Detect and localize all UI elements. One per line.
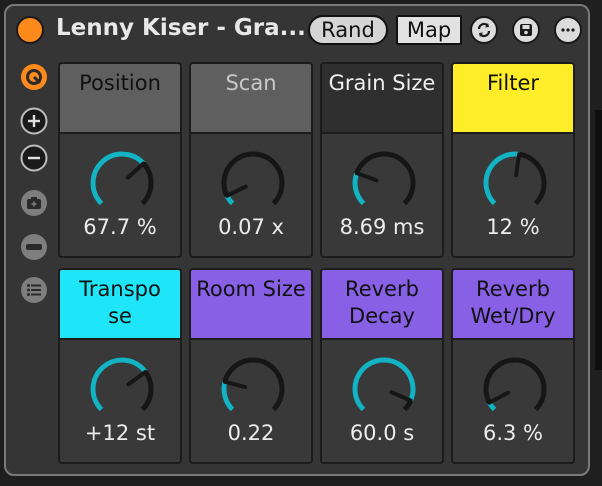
more-options-button[interactable] [554,16,582,44]
list-icon [21,277,47,303]
map-button[interactable]: Map [396,15,462,45]
rand-button[interactable]: Rand [308,15,388,45]
knob-value-arc [352,172,366,206]
knob-value-arc [90,357,148,412]
title-bar: Lenny Kiser - Gra... Rand Map [6,6,588,52]
macro-cell[interactable]: Position 67.7 % [58,62,182,258]
device-power-button[interactable] [16,16,44,44]
macro-cell[interactable]: Grain Size 8.69 ms [320,62,444,258]
macro-header[interactable]: Room Size [191,270,311,340]
knob-value-arc [90,151,146,206]
variations-list-button[interactable] [20,276,48,304]
macro-name: Scan [225,71,277,95]
panel-edge [595,110,602,370]
knob-track [483,357,547,412]
macro-header[interactable]: Transpo se [60,270,180,340]
macro-value: 12 % [486,215,540,239]
macro-name: Reverb Wet/Dry [470,277,556,328]
knob-needle [125,161,146,180]
macro-value: 0.07 x [218,215,284,239]
macro-header[interactable]: Scan [191,64,311,134]
knob-needle [389,390,413,403]
device-icon [21,64,47,90]
save-preset-button[interactable] [512,16,540,44]
macro-value: 67.7 % [83,215,157,239]
macro-name: Filter [486,71,539,95]
snapshot-button[interactable] [20,189,48,217]
hot-swap-button[interactable] [470,16,498,44]
camera-icon [21,190,47,216]
knob-value-arc [483,151,520,206]
knob-track [221,151,285,206]
macro-knob[interactable] [87,148,157,218]
macro-cell[interactable]: Transpo se +12 st [58,268,182,464]
knob-value-arc [221,381,235,412]
macro-cell[interactable]: Reverb Decay 60.0 s [320,268,444,464]
rack-view-button[interactable] [20,63,48,91]
remove-macro-button[interactable] [20,144,48,172]
macro-name: Transpo se [79,277,161,328]
macro-name: Grain Size [328,71,436,95]
macro-cell[interactable]: Reverb Wet/Dry 6.3 % [451,268,575,464]
knob-needle [222,379,248,390]
save-icon [520,24,532,36]
knob-value-arc [352,357,416,412]
macro-value: +12 st [84,421,156,445]
swap-icon [477,22,491,38]
add-macro-button[interactable] [20,107,48,135]
knob-needle [487,390,510,405]
macro-knob[interactable] [480,148,550,218]
macro-cell[interactable]: Room Size 0.22 [189,268,313,464]
macro-knob[interactable] [480,354,550,424]
macro-header[interactable]: Filter [453,64,573,134]
device-title[interactable]: Lenny Kiser - Gra... [56,15,306,41]
randomize-toggle-button[interactable] [20,233,48,261]
device-rack: Lenny Kiser - Gra... Rand Map Position 6… [4,4,590,476]
knob-needle [354,171,379,183]
macro-name: Reverb Decay [345,277,419,328]
knob-needle [514,152,522,178]
macro-header[interactable]: Reverb Decay [322,270,442,340]
macro-knob[interactable] [349,148,419,218]
knob-needle [224,184,248,198]
macro-knob[interactable] [87,354,157,424]
macro-value: 8.69 ms [339,215,425,239]
macro-value: 60.0 s [349,421,415,445]
macro-name: Position [79,71,161,95]
macro-header[interactable]: Position [60,64,180,134]
macro-header[interactable]: Grain Size [322,64,442,134]
macro-cell[interactable]: Filter 12 % [451,62,575,258]
macro-name: Room Size [196,277,306,301]
macro-value: 0.22 [227,421,275,445]
minus-bar-icon [21,234,47,260]
macro-knob[interactable] [218,148,288,218]
more-icon [561,28,575,32]
remove-icon [20,144,48,172]
macro-knob[interactable] [349,354,419,424]
macro-header[interactable]: Reverb Wet/Dry [453,270,573,340]
macro-value: 6.3 % [482,421,544,445]
add-icon [20,107,48,135]
macro-cell[interactable]: Scan 0.07 x [189,62,313,258]
knob-track [352,151,416,206]
knob-needle [126,369,148,387]
macro-knob[interactable] [218,354,288,424]
